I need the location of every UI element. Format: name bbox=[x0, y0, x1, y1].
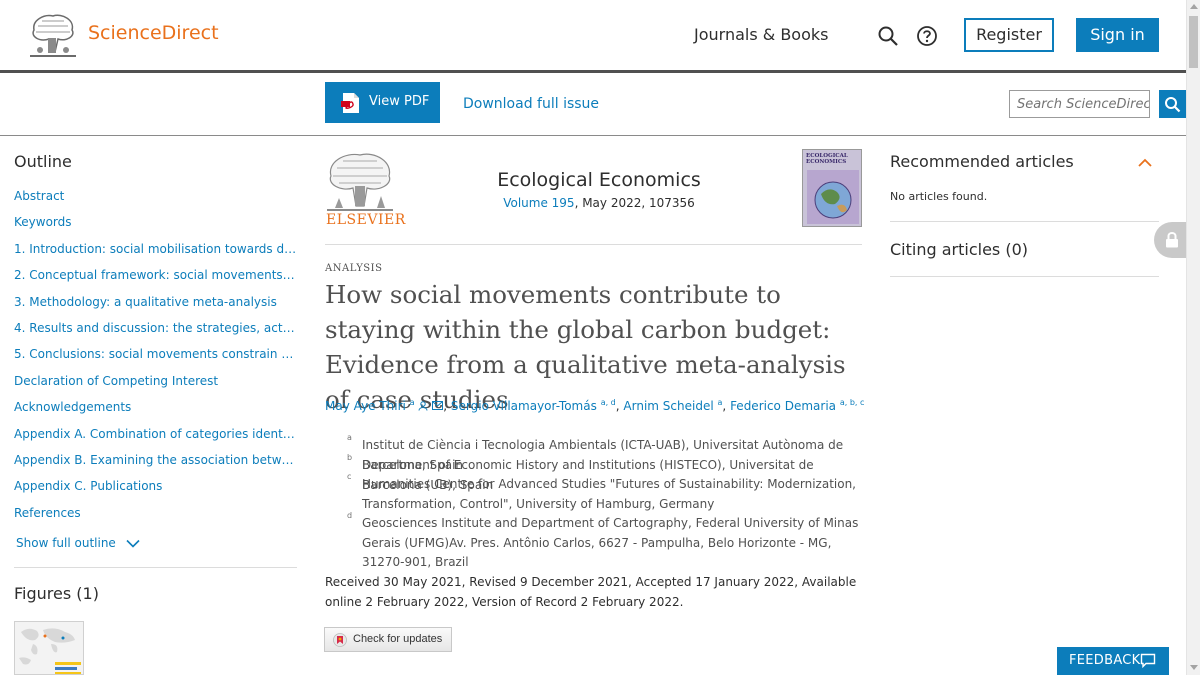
volume-link[interactable]: Volume 195 bbox=[503, 196, 574, 210]
outline-item[interactable]: Abstract bbox=[14, 189, 297, 203]
no-articles-message: No articles found. bbox=[890, 190, 988, 203]
journal-cover-image[interactable]: ECOLOGICAL ECONOMICS bbox=[802, 149, 862, 227]
download-full-issue-link[interactable]: Download full issue bbox=[463, 96, 599, 112]
outline-item[interactable]: 4. Results and discussion: the strategie… bbox=[14, 321, 297, 335]
access-tab[interactable] bbox=[1154, 222, 1186, 258]
author-name: Federico Demaria bbox=[730, 399, 836, 413]
scroll-down-arrow[interactable] bbox=[1190, 665, 1198, 670]
author-link[interactable]: May Aye Thiri a bbox=[325, 398, 415, 413]
chevron-down-icon bbox=[126, 539, 140, 548]
article-toolbar: View PDF Download full issue Search Scie… bbox=[0, 73, 1186, 136]
outline-item[interactable]: Keywords bbox=[14, 215, 297, 229]
author-link[interactable]: Sergio Villamayor-Tomás a, d bbox=[450, 398, 616, 413]
author-affiliation-sup: a, d bbox=[600, 398, 616, 407]
affiliation-marker: a bbox=[347, 433, 352, 442]
outline-item[interactable]: 1. Introduction: social mobilisation tow… bbox=[14, 242, 297, 256]
search-icon[interactable] bbox=[877, 25, 899, 47]
show-full-outline-button[interactable]: Show full outline bbox=[16, 536, 140, 550]
person-icon[interactable] bbox=[418, 401, 428, 411]
mail-icon[interactable] bbox=[432, 401, 444, 410]
affiliation-text: Geosciences Institute and Department of … bbox=[362, 516, 859, 569]
pdf-icon bbox=[341, 93, 359, 113]
lock-icon bbox=[1166, 232, 1178, 248]
elsevier-tree-logo[interactable] bbox=[28, 12, 78, 58]
affiliation-text: Humanities Centre for Advanced Studies "… bbox=[362, 477, 856, 511]
affiliation-marker: c bbox=[347, 472, 352, 481]
author-name: Arnim Scheidel bbox=[623, 399, 714, 413]
scroll-up-arrow[interactable] bbox=[1190, 4, 1198, 9]
article-title: How social movements contribute to stayi… bbox=[325, 280, 846, 414]
journals-books-link[interactable]: Journals & Books bbox=[694, 25, 828, 44]
author-list: May Aye Thiri a , Sergio Villamayor-Tomá… bbox=[325, 398, 865, 413]
feedback-button[interactable]: FEEDBACK bbox=[1057, 647, 1169, 675]
article-type-label: ANALYSIS bbox=[325, 263, 383, 274]
journal-title-link[interactable]: Ecological Economics bbox=[425, 169, 773, 191]
show-full-outline-label: Show full outline bbox=[16, 536, 116, 550]
author-affiliation-sup: a, b, c bbox=[839, 398, 865, 407]
outline-item[interactable]: Appendix B. Examining the association be… bbox=[14, 453, 297, 467]
outline-heading: Outline bbox=[14, 152, 72, 171]
outline-item[interactable]: Acknowledgements bbox=[14, 400, 297, 414]
divider bbox=[890, 221, 1159, 222]
search-submit-button[interactable] bbox=[1159, 90, 1186, 118]
outline-item[interactable]: 2. Conceptual framework: social movement… bbox=[14, 268, 297, 282]
affiliation-marker: b bbox=[347, 453, 353, 462]
feedback-label: FEEDBACK bbox=[1069, 653, 1141, 668]
crossmark-icon bbox=[333, 633, 347, 647]
view-pdf-label: View PDF bbox=[369, 94, 430, 109]
outline-item[interactable]: 5. Conclusions: social movements constra… bbox=[14, 347, 297, 361]
site-header: ScienceDirect Journals & Books Register … bbox=[0, 0, 1186, 73]
figures-heading: Figures (1) bbox=[14, 584, 99, 603]
cover-art bbox=[807, 170, 859, 224]
chevron-up-icon[interactable] bbox=[1137, 156, 1153, 168]
help-icon[interactable] bbox=[916, 25, 938, 47]
outline-item[interactable]: 3. Methodology: a qualitative meta-analy… bbox=[14, 295, 297, 309]
divider bbox=[325, 244, 862, 245]
check-for-updates-label: Check for updates bbox=[353, 633, 443, 645]
view-pdf-button[interactable]: View PDF bbox=[325, 82, 440, 123]
recommended-articles-heading[interactable]: Recommended articles bbox=[890, 152, 1074, 171]
author-name: Sergio Villamayor-Tomás bbox=[450, 399, 597, 413]
citing-articles-heading[interactable]: Citing articles (0) bbox=[890, 240, 1028, 259]
outline-item[interactable]: Appendix A. Combination of categories id… bbox=[14, 427, 297, 441]
elsevier-tree-logo[interactable] bbox=[325, 150, 395, 212]
search-icon bbox=[1165, 97, 1181, 113]
author-name: May Aye Thiri bbox=[325, 399, 406, 413]
check-for-updates-button[interactable]: Check for updates bbox=[324, 627, 452, 652]
author-link[interactable]: Federico Demaria a, b, c bbox=[730, 398, 865, 413]
chat-icon bbox=[1140, 653, 1156, 668]
journal-issue-info: Volume 195, May 2022, 107356 bbox=[425, 196, 773, 210]
author-affiliation-sup: a bbox=[409, 398, 415, 407]
author-link[interactable]: Arnim Scheidel a bbox=[623, 398, 722, 413]
journal-cover-title: ECOLOGICAL ECONOMICS bbox=[806, 153, 848, 165]
page-scrollbar[interactable] bbox=[1186, 0, 1200, 675]
outline-item[interactable]: Appendix C. Publications bbox=[14, 479, 297, 493]
figure-thumbnail[interactable] bbox=[14, 621, 84, 675]
publication-history: Received 30 May 2021, Revised 9 December… bbox=[325, 575, 857, 609]
scroll-thumb[interactable] bbox=[1189, 16, 1198, 68]
outline-item[interactable]: References bbox=[14, 506, 297, 520]
divider bbox=[890, 276, 1159, 277]
figure-map-image bbox=[15, 622, 83, 674]
elsevier-wordmark: ELSEVIER bbox=[326, 212, 406, 228]
sign-in-button[interactable]: Sign in bbox=[1076, 18, 1159, 52]
affiliation-marker: d bbox=[347, 511, 353, 520]
issue-date: , May 2022, 107356 bbox=[574, 196, 695, 210]
search-input[interactable]: Search ScienceDirect bbox=[1009, 90, 1150, 118]
divider bbox=[14, 567, 297, 568]
brand-link[interactable]: ScienceDirect bbox=[88, 22, 219, 44]
register-button[interactable]: Register bbox=[964, 18, 1054, 52]
outline-item[interactable]: Declaration of Competing Interest bbox=[14, 374, 297, 388]
